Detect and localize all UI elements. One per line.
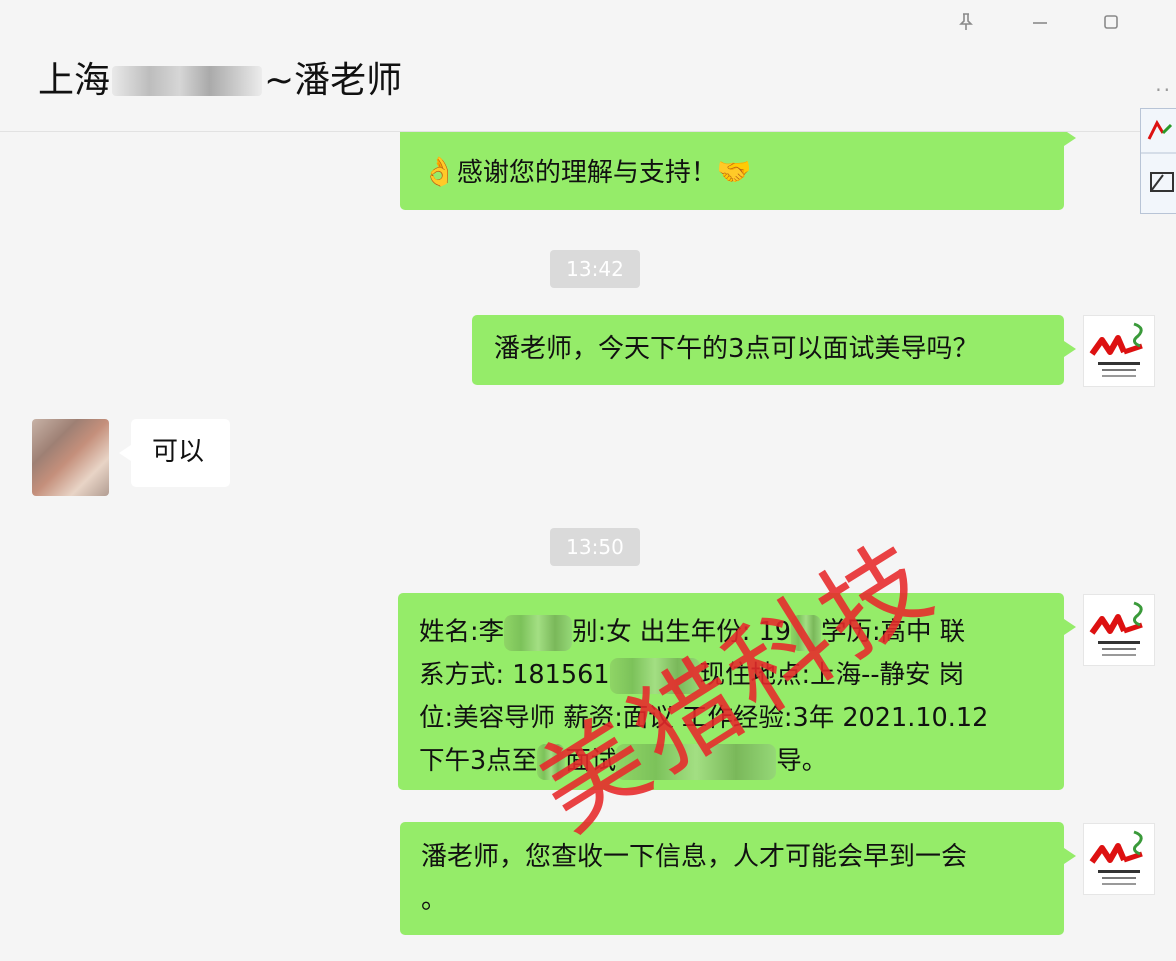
chat-area[interactable]: 👌感谢您的理解与支持！🤝 13:42 潘老师，今天下午的3点可以面试美导吗？ 可… — [0, 0, 1176, 961]
message-bubble-out[interactable]: 潘老师，您查收一下信息，人才可能会早到一会 。 — [400, 822, 1076, 935]
pin-icon[interactable] — [952, 12, 980, 40]
message-bubble-in[interactable]: 可以 — [119, 419, 230, 487]
message-text: 潘老师，今天下午的3点可以面试美导吗？ — [494, 334, 979, 364]
brand-logo-icon — [1089, 322, 1143, 377]
message-bubble-out[interactable]: 姓名:李 别:女 出生年份: 19 学历:高中 联 系方式: 181561 现住地点:… — [398, 593, 1076, 790]
message-line: 位:美容导师 薪资:面议 工作经验:3年 2021.10.12 — [419, 703, 989, 733]
redacted-name — [112, 66, 263, 96]
chat-header: 上海 ~潘老师 ·· — [0, 0, 1176, 132]
contact-avatar[interactable] — [32, 419, 109, 496]
maximize-icon[interactable] — [1097, 12, 1125, 40]
brand-logo-icon — [1089, 830, 1143, 885]
hand-emoji-icon: 👌 — [422, 155, 457, 188]
message-text: 感谢您的理解与支持！ — [456, 158, 717, 188]
message-line: 姓名:李 别:女 出生年份: 19 学历:高中 联 — [419, 611, 1052, 654]
redacted-text — [537, 744, 566, 780]
message-line: 系方式: 181561 现住地点:上海--静安 岗 — [419, 654, 1052, 697]
my-avatar[interactable] — [1083, 315, 1155, 387]
my-avatar[interactable] — [1083, 594, 1155, 666]
message-bubble-out[interactable]: 潘老师，今天下午的3点可以面试美导吗？ — [472, 315, 1076, 385]
message-text: 可以 — [152, 437, 205, 467]
chat-title: 上海 ~潘老师 — [38, 60, 403, 101]
minimize-icon[interactable] — [1026, 12, 1054, 40]
message-line: 下午3点至 面试 导。 — [419, 740, 1052, 783]
timestamp: 13:42 — [550, 250, 640, 288]
redacted-text — [609, 658, 700, 694]
redacted-text — [790, 615, 821, 651]
side-toolbar[interactable] — [1140, 108, 1176, 214]
more-icon[interactable]: ·· — [1155, 78, 1172, 102]
brand-logo-icon — [1089, 601, 1143, 656]
message-line: 。 — [421, 885, 448, 915]
redacted-text — [504, 615, 573, 651]
toolbar-icons — [1141, 119, 1176, 192]
redacted-text — [616, 744, 777, 780]
message-line: 潘老师，您查收一下信息，人才可能会早到一会 — [421, 842, 968, 872]
handshake-emoji-icon: 🤝 — [716, 155, 752, 188]
timestamp: 13:50 — [550, 528, 640, 566]
my-avatar[interactable] — [1083, 823, 1155, 895]
